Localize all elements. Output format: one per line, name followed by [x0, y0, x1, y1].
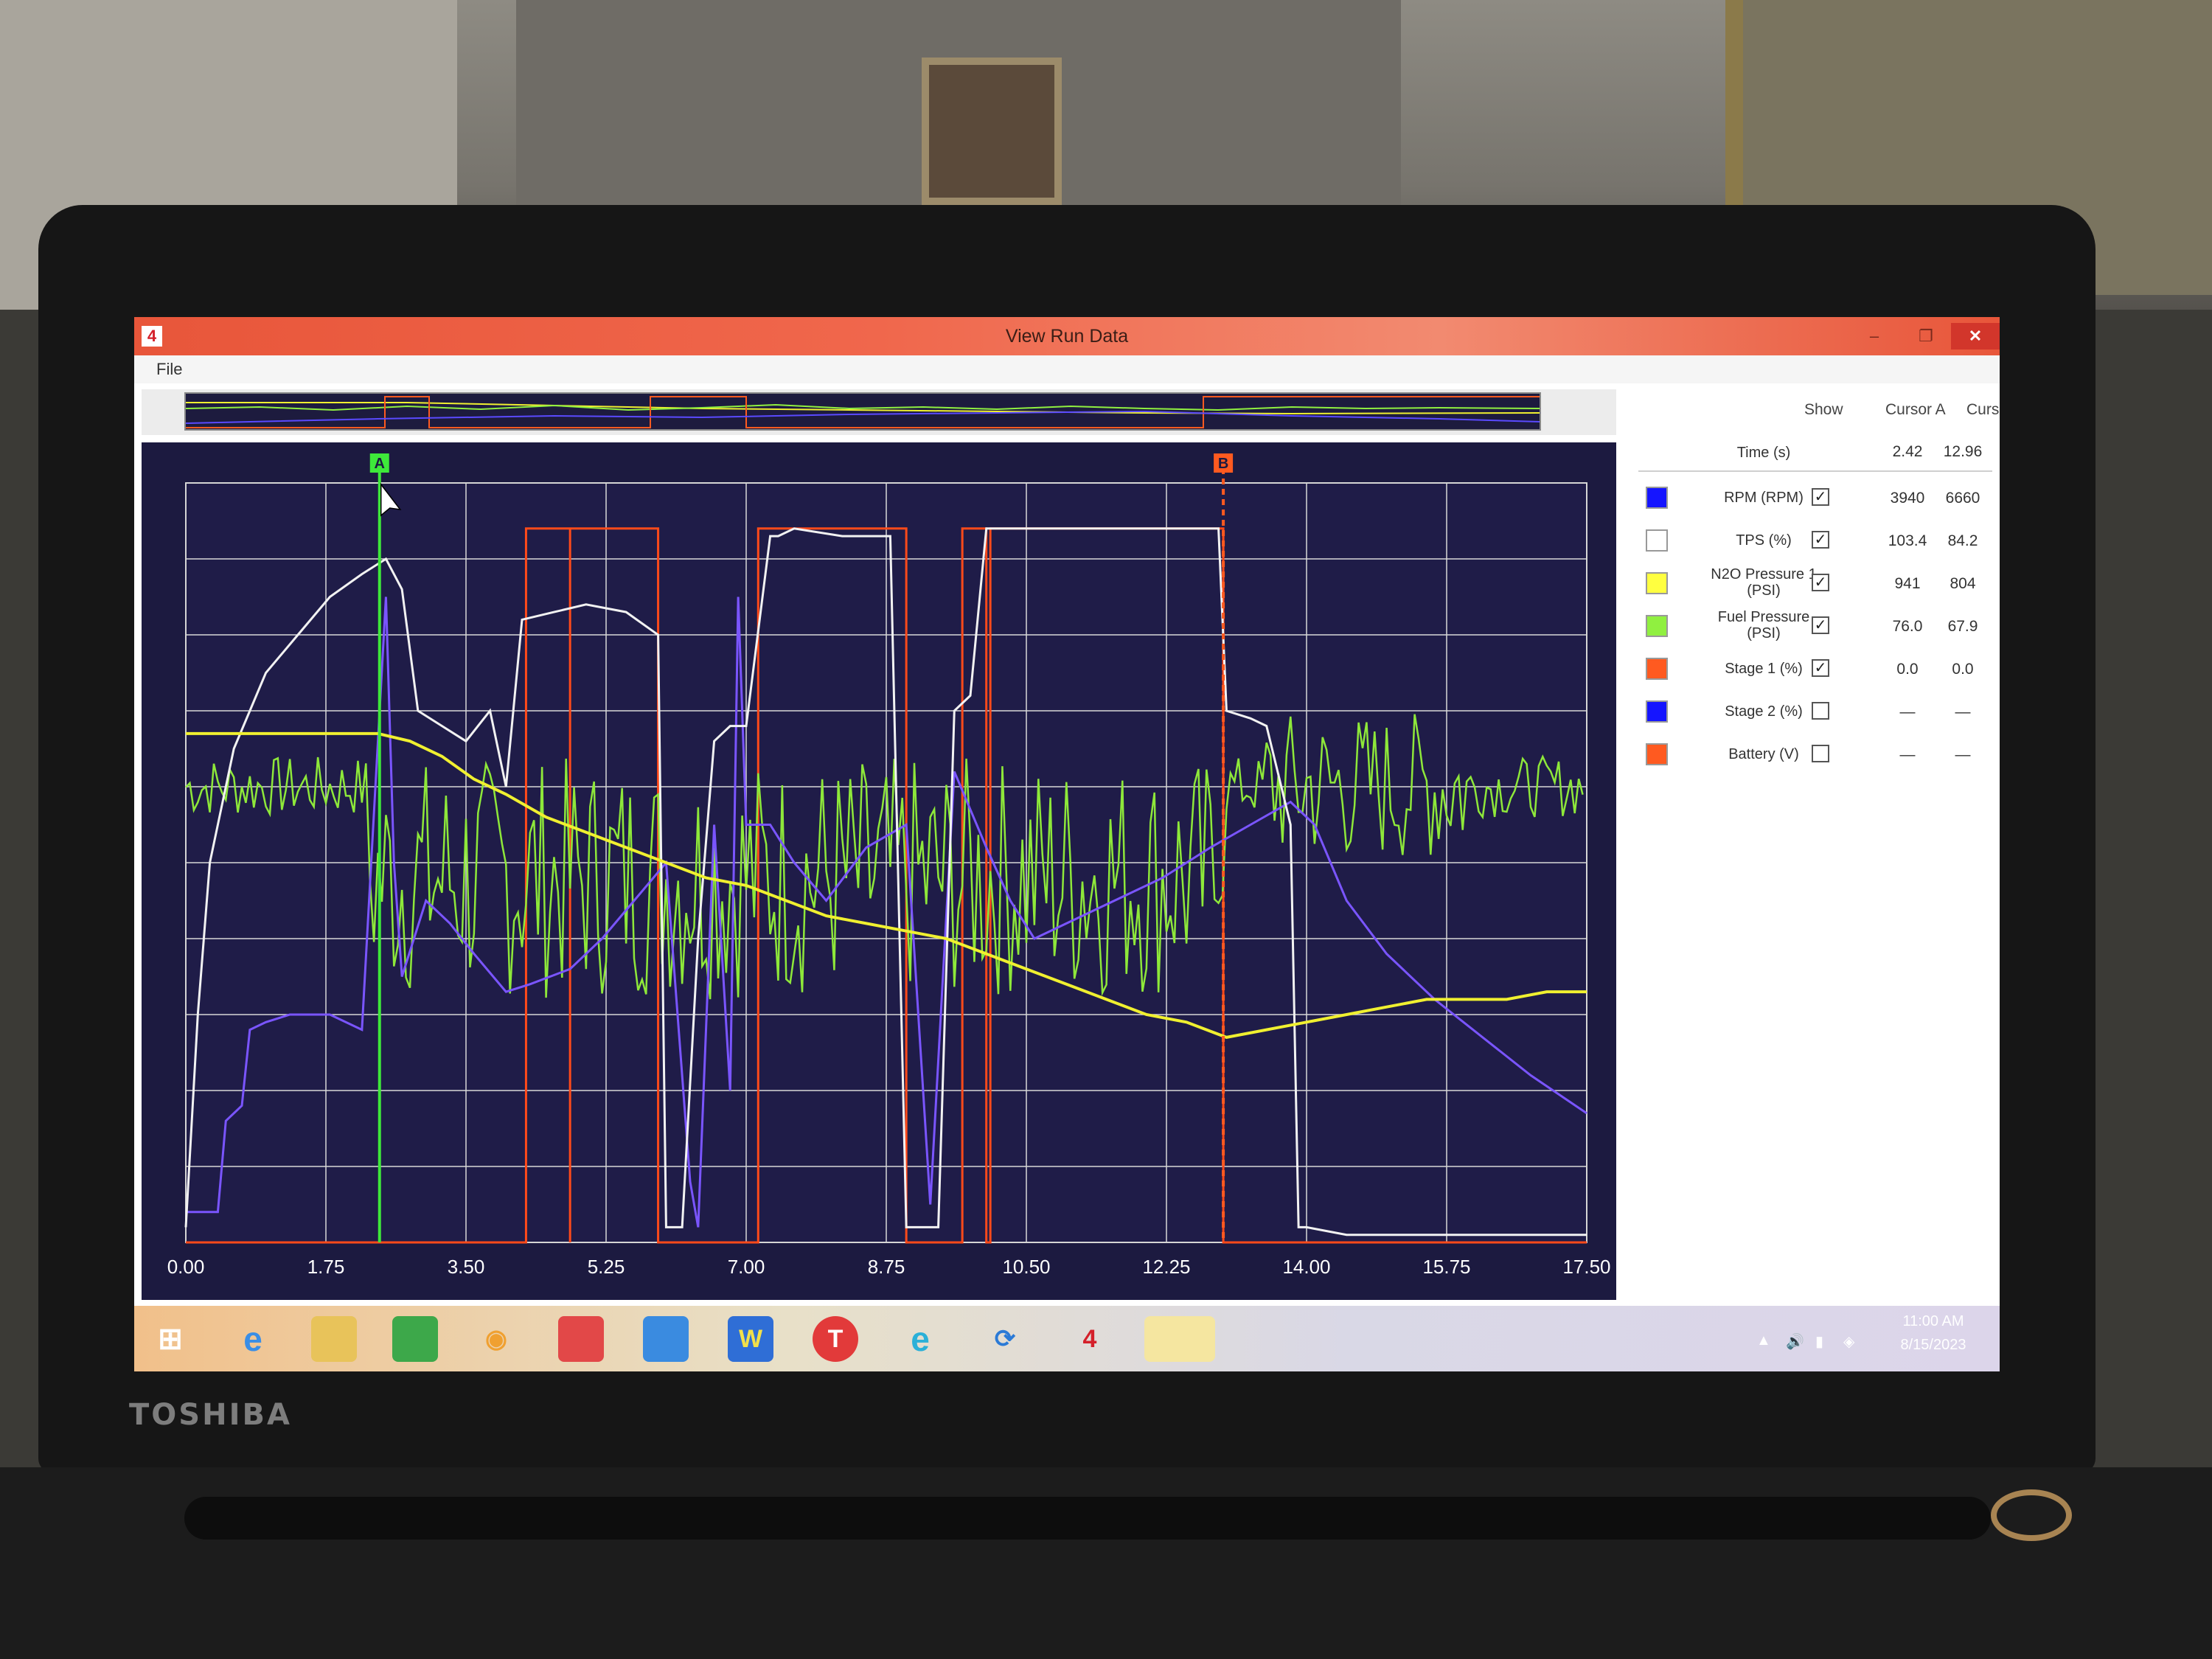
app-blue-icon[interactable] [643, 1316, 689, 1362]
time-cursor-b-value: 12.96 [1943, 443, 1983, 460]
sync-app-icon[interactable]: ⟳ [982, 1316, 1028, 1362]
chart-svg: 0.00 1.75 3.50 5.25 7.00 8.75 10.50 12.25 14.00 1… [167, 453, 1611, 1278]
network-icon[interactable]: ▮ [1815, 1332, 1823, 1351]
legend-color-swatch[interactable] [1646, 658, 1668, 680]
legend-color-swatch[interactable] [1646, 529, 1668, 552]
x-tick-label: 17.50 [1562, 1256, 1610, 1278]
maximize-button[interactable]: ❐ [1904, 323, 1948, 349]
word-app-icon[interactable]: W [728, 1316, 773, 1362]
legend-channel-label: TPS (%) [1736, 532, 1792, 549]
laptop-screen: 4 View Run Data – ❐ ✕ File 0.00 1.75 3.50 5… [134, 317, 2000, 1371]
title-bar: 4 View Run Data – ❐ ✕ [134, 317, 2000, 355]
x-tick-label: 12.25 [1142, 1256, 1190, 1278]
store-icon[interactable] [392, 1316, 438, 1362]
legend-cursor-b-value: 84.2 [1947, 532, 1978, 549]
laptop-brand-label: TOSHIBA [129, 1398, 292, 1432]
legend-separator [1638, 470, 1992, 472]
legend-channel-label: Fuel Pressure (PSI) [1717, 609, 1810, 641]
legend-cursor-b-value: — [1955, 746, 1971, 763]
legend-color-swatch[interactable] [1646, 743, 1668, 765]
legend-show-checkbox[interactable] [1812, 702, 1829, 720]
cursor-a-column-header: Cursor A [1885, 401, 1946, 418]
overview-green-trace [185, 403, 1540, 411]
tray-overflow-icon[interactable]: ▲ [1756, 1332, 1771, 1349]
time-label: Time (s) [1736, 445, 1791, 461]
cursor-a-label: A [375, 456, 385, 472]
x-tick-label: 10.50 [1002, 1256, 1050, 1278]
legend-color-swatch[interactable] [1646, 700, 1668, 723]
legend-channel-label: N2O Pressure 1 (PSI) [1711, 566, 1817, 599]
legend-color-swatch[interactable] [1646, 615, 1668, 637]
legend-cursor-b-value: 67.9 [1947, 618, 1978, 635]
x-tick-label: 8.75 [868, 1256, 905, 1278]
clock-date[interactable]: 8/15/2023 [1889, 1337, 1978, 1354]
app-red-icon[interactable] [558, 1316, 604, 1362]
legend-channel-label: Battery (V) [1728, 746, 1799, 762]
legend-show-checkbox[interactable]: ✓ [1812, 616, 1829, 634]
x-tick-label: 0.00 [167, 1256, 205, 1278]
notification-icon[interactable]: ◈ [1843, 1332, 1854, 1351]
cursor-b-label: B [1218, 456, 1228, 472]
laptop-keyboard [0, 1467, 2212, 1659]
legend-color-swatch[interactable] [1646, 487, 1668, 509]
legend-color-swatch[interactable] [1646, 572, 1668, 594]
legend-show-checkbox[interactable] [1812, 745, 1829, 762]
menu-bar: File [134, 355, 2000, 383]
window-title: View Run Data [1005, 326, 1129, 347]
legend-cursor-b-value: 6660 [1945, 490, 1980, 507]
cursor-b-column-header: Cursor B [1966, 401, 2000, 418]
power-button[interactable] [1991, 1489, 2072, 1541]
app-t-icon[interactable]: T [813, 1316, 858, 1362]
overview-strip [142, 389, 1616, 435]
overview-red-trace [186, 396, 1540, 428]
file-explorer-icon[interactable] [311, 1316, 357, 1362]
legend-show-checkbox[interactable]: ✓ [1812, 659, 1829, 677]
x-tick-label: 15.75 [1422, 1256, 1470, 1278]
legend-channel-label: Stage 2 (%) [1725, 703, 1803, 720]
open-window-thumbnail[interactable] [1144, 1316, 1215, 1362]
media-player-icon[interactable]: ◉ [473, 1316, 519, 1362]
x-tick-label: 14.00 [1282, 1256, 1330, 1278]
run-data-chart[interactable]: 0.00 1.75 3.50 5.25 7.00 8.75 10.50 12.25 14.00 1… [142, 442, 1616, 1300]
overview-svg [185, 396, 1540, 428]
background-wall-picture [922, 58, 1062, 205]
minimize-button[interactable]: – [1852, 323, 1896, 349]
x-tick-label: 1.75 [307, 1256, 345, 1278]
legend-cursor-b-value: — [1955, 703, 1971, 720]
legend-cursor-b-value: 0.0 [1952, 661, 1974, 678]
run-data-app-icon[interactable]: 4 [1067, 1316, 1113, 1362]
volume-icon[interactable]: 🔊 [1786, 1332, 1804, 1351]
show-column-header: Show [1804, 401, 1843, 418]
start-button[interactable]: ⊞ [147, 1316, 193, 1362]
speaker-grille [184, 1497, 1991, 1540]
legend-channel-label: RPM (RPM) [1724, 490, 1804, 506]
x-tick-label: 5.25 [588, 1256, 625, 1278]
legend-channel-label: Stage 1 (%) [1725, 661, 1803, 677]
x-tick-label: 3.50 [448, 1256, 485, 1278]
legend-show-checkbox[interactable]: ✓ [1812, 574, 1829, 591]
menu-file[interactable]: File [156, 360, 182, 379]
clock-time[interactable]: 11:00 AM [1889, 1313, 1978, 1330]
close-button[interactable]: ✕ [1951, 323, 2000, 349]
windows-taskbar: ⊞ e ◉ W T e ⟳ 4 ▲ 🔊 ▮ ◈ 11:00 AM 8/15/20… [134, 1306, 2000, 1371]
legend-cursor-b-value: 804 [1950, 575, 1976, 592]
internet-explorer-icon[interactable]: e [230, 1316, 276, 1362]
x-tick-label: 7.00 [728, 1256, 765, 1278]
edge-browser-icon[interactable]: e [897, 1316, 943, 1362]
channel-legend-panel: Show Cursor A Cursor B Time (s) 2.42 12.… [1631, 389, 2000, 1300]
legend-show-checkbox[interactable]: ✓ [1812, 488, 1829, 506]
overview-plot[interactable] [184, 392, 1541, 431]
legend-show-checkbox[interactable]: ✓ [1812, 531, 1829, 549]
